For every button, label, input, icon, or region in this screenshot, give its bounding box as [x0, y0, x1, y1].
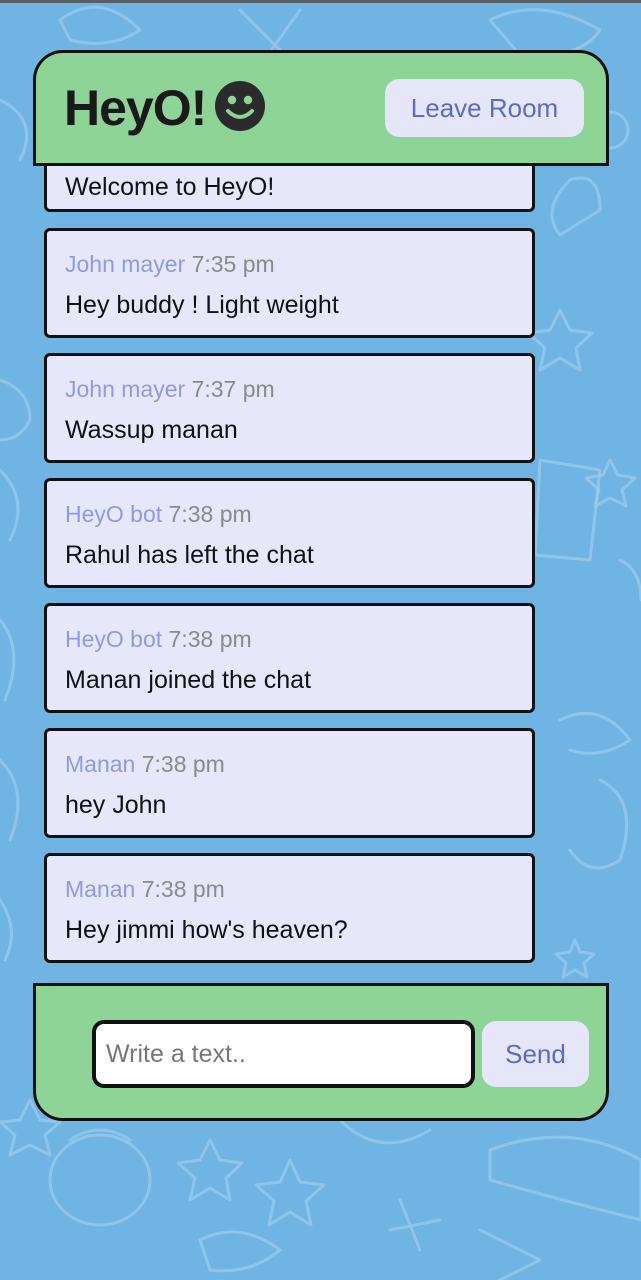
message-text: Welcome to HeyO! [65, 173, 275, 201]
message-author: HeyO bot [65, 626, 163, 652]
message-meta: HeyO bot 7:38 pm [65, 626, 252, 653]
message-author: John mayer [65, 376, 186, 402]
message-time: 7:38 pm [168, 626, 252, 652]
message-time: 7:37 pm [191, 376, 275, 402]
composer-bar: Send [33, 983, 609, 1121]
message-text: Manan joined the chat [65, 666, 312, 694]
message-time: 7:35 pm [191, 251, 275, 277]
message-meta: HeyO bot 7:38 pm [65, 501, 252, 528]
message-author: Manan [65, 876, 136, 902]
message-text: Hey buddy ! Light weight [65, 291, 339, 319]
message-card: Manan 7:38 pm hey John [44, 728, 535, 838]
message-card: HeyO bot 7:38 pm Manan joined the chat [44, 603, 535, 713]
chat-header: HeyO! Leave Room [33, 50, 609, 166]
message-meta: John mayer 7:35 pm [65, 251, 275, 278]
message-author: John mayer [65, 251, 186, 277]
message-meta: Manan 7:38 pm [65, 876, 225, 903]
message-text: Wassup manan [65, 416, 238, 444]
message-card: HeyO bot 7:38 pm Rahul has left the chat [44, 478, 535, 588]
message-text: Rahul has left the chat [65, 541, 314, 569]
message-text: hey John [65, 791, 167, 819]
smiley-face-icon [215, 81, 265, 131]
message-input[interactable] [92, 1020, 475, 1088]
message-card: Welcome to HeyO! [44, 166, 535, 212]
leave-room-button[interactable]: Leave Room [385, 79, 584, 137]
app-title: HeyO! [64, 80, 207, 136]
message-author: HeyO bot [65, 501, 163, 527]
message-text: Hey jimmi how's heaven? [65, 916, 348, 944]
message-meta: John mayer 7:37 pm [65, 376, 275, 403]
message-card: John mayer 7:35 pm Hey buddy ! Light wei… [44, 228, 535, 338]
message-meta: Manan 7:38 pm [65, 751, 225, 778]
message-time: 7:38 pm [141, 751, 225, 777]
message-list[interactable]: Welcome to HeyO! John mayer 7:35 pm Hey … [44, 166, 536, 966]
message-card: John mayer 7:37 pm Wassup manan [44, 353, 535, 463]
message-author: Manan [65, 751, 136, 777]
message-time: 7:38 pm [168, 501, 252, 527]
message-card: Manan 7:38 pm Hey jimmi how's heaven? [44, 853, 535, 963]
message-time: 7:38 pm [141, 876, 225, 902]
send-button[interactable]: Send [482, 1021, 589, 1087]
